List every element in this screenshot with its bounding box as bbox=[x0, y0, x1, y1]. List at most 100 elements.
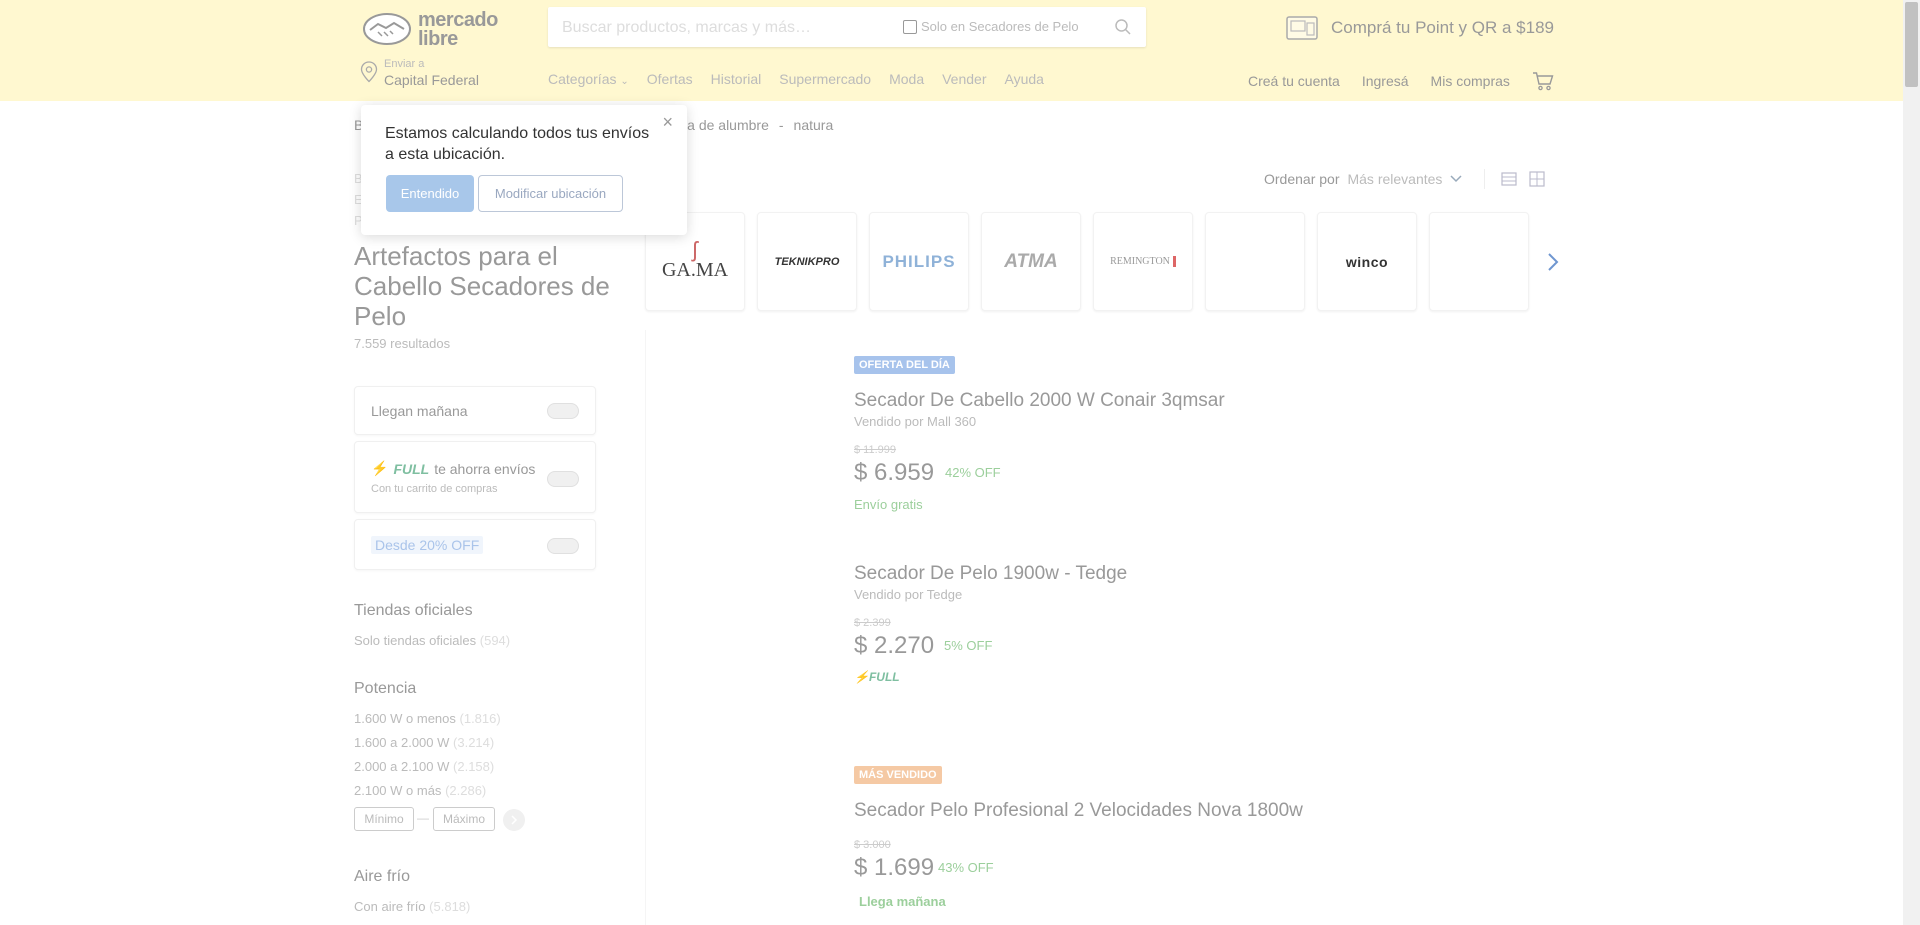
nav-ofertas[interactable]: Ofertas bbox=[647, 71, 693, 87]
product-full-badge: ⚡FULL bbox=[854, 670, 900, 684]
product-price: $ 6.959 bbox=[854, 459, 935, 486]
nav-supermercado[interactable]: Supermercado bbox=[779, 71, 871, 87]
lightning-icon: ⚡ bbox=[371, 460, 389, 476]
filter-power-option[interactable]: 2.100 W o más (2.286) bbox=[354, 783, 486, 798]
chevron-down-icon[interactable] bbox=[1450, 175, 1462, 183]
my-purchases-link[interactable]: Mis compras bbox=[1431, 73, 1510, 89]
point-promo-banner[interactable]: Comprá tu Point y QR a $189 bbox=[1285, 14, 1554, 42]
filter-power-option[interactable]: 1.600 W o menos (1.816) bbox=[354, 711, 501, 726]
logo-line2: libre bbox=[418, 28, 458, 50]
filter-discount[interactable]: Desde 20% OFF bbox=[354, 519, 596, 570]
results-count: 7.559 resultados bbox=[354, 336, 451, 351]
promo-text: Comprá tu Point y QR a $189 bbox=[1331, 18, 1555, 37]
lightning-icon: ⚡ bbox=[854, 670, 869, 684]
grid-view-icon[interactable] bbox=[1529, 171, 1546, 187]
filter-tomorrow-label: Llegan mañana bbox=[371, 403, 468, 419]
product-discount: 42% OFF bbox=[945, 465, 1001, 480]
chevron-right-icon bbox=[511, 815, 518, 825]
create-account-link[interactable]: Creá tu cuenta bbox=[1248, 73, 1340, 89]
chevron-down-icon: ⌄ bbox=[620, 76, 629, 87]
breadcrumb-item[interactable]: natura bbox=[794, 117, 834, 133]
filter-tomorrow-toggle[interactable] bbox=[547, 403, 579, 419]
mercadolibre-logo[interactable]: mercado libre bbox=[362, 8, 512, 50]
site-header: mercado libre Solo en Secadores de Pelo … bbox=[0, 0, 1920, 101]
chevron-right-icon[interactable] bbox=[1546, 252, 1560, 272]
product-shipping: Envío gratis bbox=[854, 497, 923, 512]
understood-button[interactable]: Entendido bbox=[386, 175, 474, 212]
nav-historial[interactable]: Historial bbox=[711, 71, 762, 87]
category-checkbox-label: Solo en Secadores de Pelo bbox=[921, 19, 1079, 34]
best-seller-badge: MÁS VENDIDO bbox=[854, 766, 942, 784]
brand-logo-atma[interactable]: ATMA bbox=[981, 212, 1081, 311]
nav-vender[interactable]: Vender bbox=[942, 71, 986, 87]
product-shipping: Llega mañana bbox=[859, 894, 946, 909]
handshake-logo-icon bbox=[363, 13, 411, 45]
close-icon[interactable]: × bbox=[662, 112, 673, 133]
location-popup: Estamos calculando todos tus envíos a es… bbox=[361, 105, 687, 235]
product-discount: 5% OFF bbox=[944, 638, 993, 653]
product-old-price: $ 11.999 bbox=[854, 444, 897, 456]
filter-discount-toggle[interactable] bbox=[547, 538, 579, 554]
full-subtext: Con tu carrito de compras bbox=[371, 483, 498, 495]
product-old-price: $ 2.399 bbox=[854, 617, 891, 629]
sort-label: Ordenar por bbox=[1264, 171, 1340, 187]
product-price: $ 2.270 bbox=[854, 632, 935, 659]
product-title[interactable]: Secador De Pelo 1900w - Tedge bbox=[854, 563, 1127, 585]
product-seller: Vendido por Tedge bbox=[854, 587, 963, 602]
filter-full[interactable]: ⚡ FULL te ahorra envíos Con tu carrito d… bbox=[354, 441, 596, 513]
modify-location-button[interactable]: Modificar ubicación bbox=[478, 175, 623, 212]
breadcrumb-separator: - bbox=[778, 117, 784, 133]
brand-logo-winco[interactable]: winco bbox=[1317, 212, 1417, 311]
product-title[interactable]: Secador Pelo Profesional 2 Velocidades N… bbox=[854, 800, 1303, 822]
brand-logo-remington[interactable]: REMINGTON bbox=[1093, 212, 1193, 311]
section-power: Potencia bbox=[354, 680, 417, 697]
location-value: Capital Federal bbox=[384, 72, 479, 88]
full-text: te ahorra envíos bbox=[434, 460, 536, 477]
filter-full-toggle[interactable] bbox=[547, 471, 579, 487]
brands-carousel: ʃ GA.MA TEKNIKPRO PHILIPS ATMA REMINGTON… bbox=[645, 212, 1529, 311]
power-max-input[interactable]: Máximo bbox=[433, 807, 495, 831]
filter-power-option[interactable]: 1.600 a 2.000 W (3.214) bbox=[354, 735, 494, 750]
range-separator: — bbox=[417, 811, 429, 825]
filter-official-stores[interactable]: Solo tiendas oficiales (594) bbox=[354, 633, 510, 648]
power-min-input[interactable]: Mínimo bbox=[354, 807, 414, 831]
search-bar: Solo en Secadores de Pelo bbox=[548, 7, 1146, 47]
section-cold-air: Aire frío bbox=[354, 868, 411, 885]
nav-categorias[interactable]: Categorías ⌄ bbox=[548, 71, 629, 87]
offer-badge: OFERTA DEL DÍA bbox=[854, 356, 955, 374]
sort-dropdown[interactable]: Más relevantes bbox=[1347, 171, 1442, 187]
scrollbar-track[interactable] bbox=[1903, 0, 1920, 925]
popup-message: Estamos calculando todos tus envíos a es… bbox=[385, 125, 650, 163]
search-category-filter[interactable]: Solo en Secadores de Pelo bbox=[903, 19, 1079, 34]
search-input[interactable] bbox=[560, 16, 899, 40]
location-pin-icon bbox=[360, 61, 378, 83]
brand-logo-empty[interactable] bbox=[1429, 212, 1529, 311]
list-view-icon[interactable] bbox=[1501, 171, 1518, 187]
cart-icon[interactable] bbox=[1532, 71, 1554, 91]
brand-logo-empty[interactable] bbox=[1205, 212, 1305, 311]
product-title[interactable]: Secador De Cabello 2000 W Conair 3qmsar bbox=[854, 390, 1225, 412]
search-icon[interactable] bbox=[1114, 18, 1132, 36]
sort-control: Ordenar por Más relevantes bbox=[1264, 169, 1546, 189]
main-nav: Categorías ⌄ Ofertas Historial Supermerc… bbox=[548, 71, 1044, 87]
page-title: Artefactos para el Cabello Secadores de … bbox=[354, 241, 610, 331]
full-badge: FULL bbox=[393, 460, 430, 477]
nav-ayuda[interactable]: Ayuda bbox=[1004, 71, 1043, 87]
filter-power-option[interactable]: 2.000 a 2.100 W (2.158) bbox=[354, 759, 494, 774]
range-submit-button[interactable] bbox=[503, 809, 525, 831]
scrollbar-thumb[interactable] bbox=[1905, 2, 1918, 87]
section-official-stores: Tiendas oficiales bbox=[354, 602, 473, 619]
product-discount: 43% OFF bbox=[938, 860, 994, 875]
brand-logo-philips[interactable]: PHILIPS bbox=[869, 212, 969, 311]
category-checkbox[interactable] bbox=[903, 19, 917, 34]
brand-logo-teknikpro[interactable]: TEKNIKPRO bbox=[757, 212, 857, 311]
product-seller: Vendido por Mall 360 bbox=[854, 414, 977, 429]
nav-moda[interactable]: Moda bbox=[889, 71, 924, 87]
login-link[interactable]: Ingresá bbox=[1362, 73, 1409, 89]
location-label: Enviar a bbox=[384, 58, 425, 70]
point-device-icon bbox=[1286, 16, 1318, 40]
product-old-price: $ 3.000 bbox=[854, 839, 891, 851]
gama-swirl-icon: ʃ bbox=[692, 237, 698, 262]
filter-tomorrow[interactable]: Llegan mañana bbox=[354, 386, 596, 435]
filter-cold-air[interactable]: Con aire frío (5.818) bbox=[354, 899, 470, 914]
